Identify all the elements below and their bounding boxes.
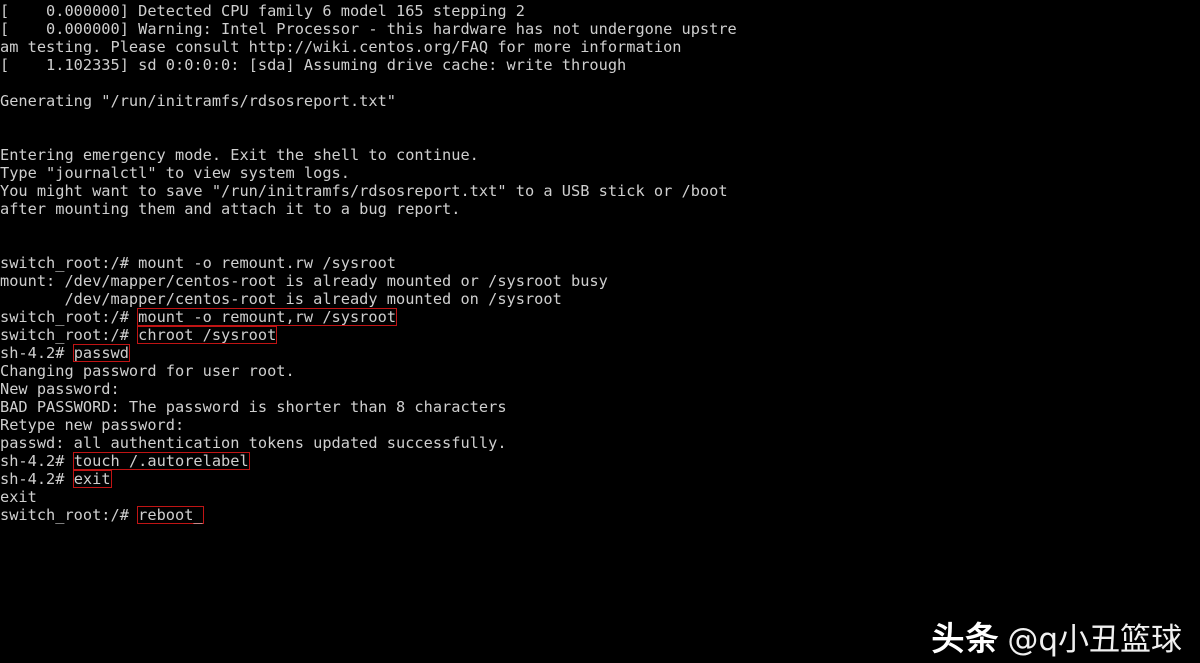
terminal-line-text: Changing password for user root. (0, 362, 295, 380)
terminal-output-line: Generating "/run/initramfs/rdsosreport.t… (0, 92, 1200, 110)
terminal-line-text: mount: /dev/mapper/centos-root is alread… (0, 272, 608, 290)
terminal-line-text: /dev/mapper/centos-root is already mount… (0, 290, 562, 308)
terminal-line-text: Type "journalctl" to view system logs. (0, 164, 350, 182)
terminal-line-text: exit (0, 488, 37, 506)
terminal-command-line: sh-4.2# touch /.autorelabel (0, 452, 1200, 470)
terminal-output-line: You might want to save "/run/initramfs/r… (0, 182, 1200, 200)
shell-prompt: sh-4.2# (0, 452, 74, 470)
terminal-output-line: /dev/mapper/centos-root is already mount… (0, 290, 1200, 308)
terminal-line-text: You might want to save "/run/initramfs/r… (0, 182, 728, 200)
terminal-screen[interactable]: [ 0.000000] Detected CPU family 6 model … (0, 0, 1200, 663)
terminal-line-text: after mounting them and attach it to a b… (0, 200, 461, 218)
terminal-output-line: New password: (0, 380, 1200, 398)
shell-prompt: switch_root:/# (0, 326, 139, 344)
watermark-brand: 头条 (931, 619, 1000, 658)
terminal-output-line: Entering emergency mode. Exit the shell … (0, 146, 1200, 164)
terminal-output-line: [ 0.000000] Warning: Intel Processor - t… (0, 20, 1200, 38)
terminal-output-line: am testing. Please consult http://wiki.c… (0, 38, 1200, 56)
terminal-line-text: switch_root:/# mount -o remount.rw /sysr… (0, 254, 397, 272)
terminal-output-line: mount: /dev/mapper/centos-root is alread… (0, 272, 1200, 290)
shell-prompt: switch_root:/# (0, 506, 139, 524)
terminal-line-text: [ 1.102335] sd 0:0:0:0: [sda] Assuming d… (0, 56, 627, 74)
shell-prompt: sh-4.2# (0, 344, 74, 362)
terminal-output-line: [ 0.000000] Detected CPU family 6 model … (0, 2, 1200, 20)
terminal-line-text: BAD PASSWORD: The password is shorter th… (0, 398, 507, 416)
terminal-line-text: Retype new password: (0, 416, 185, 434)
terminal-output-line: passwd: all authentication tokens update… (0, 434, 1200, 452)
console-output: [ 0.000000] Detected CPU family 6 model … (0, 2, 1200, 524)
terminal-command-line: switch_root:/# reboot_ (0, 506, 1200, 524)
terminal-output-line: after mounting them and attach it to a b… (0, 200, 1200, 218)
shell-prompt: sh-4.2# (0, 470, 74, 488)
terminal-line-text: Generating "/run/initramfs/rdsosreport.t… (0, 92, 397, 110)
terminal-line-text: [ 0.000000] Detected CPU family 6 model … (0, 2, 525, 20)
highlighted-command: mount -o remount,rw /sysroot (137, 308, 398, 326)
terminal-line-text: passwd: all authentication tokens update… (0, 434, 507, 452)
terminal-output-line: exit (0, 488, 1200, 506)
highlighted-command: passwd (72, 344, 130, 362)
terminal-command-line: sh-4.2# exit (0, 470, 1200, 488)
terminal-output-line: Type "journalctl" to view system logs. (0, 164, 1200, 182)
terminal-line-text: Entering emergency mode. Exit the shell … (0, 146, 479, 164)
highlighted-command: reboot_ (137, 506, 204, 524)
terminal-output-line: Retype new password: (0, 416, 1200, 434)
terminal-output-line: Changing password for user root. (0, 362, 1200, 380)
terminal-command-line: switch_root:/# chroot /sysroot (0, 326, 1200, 344)
terminal-command-line: switch_root:/# mount -o remount,rw /sysr… (0, 308, 1200, 326)
watermark: 头条 @q小丑篮球 (931, 619, 1182, 658)
terminal-output-line: switch_root:/# mount -o remount.rw /sysr… (0, 254, 1200, 272)
shell-prompt: switch_root:/# (0, 308, 139, 326)
terminal-command-line: sh-4.2# passwd (0, 344, 1200, 362)
highlighted-command: chroot /sysroot (137, 326, 278, 344)
terminal-line-text: [ 0.000000] Warning: Intel Processor - t… (0, 20, 737, 38)
highlighted-command: touch /.autorelabel (72, 452, 250, 470)
highlighted-command: exit (72, 470, 112, 488)
terminal-output-line: BAD PASSWORD: The password is shorter th… (0, 398, 1200, 416)
terminal-line-text: am testing. Please consult http://wiki.c… (0, 38, 682, 56)
terminal-output-line: [ 1.102335] sd 0:0:0:0: [sda] Assuming d… (0, 56, 1200, 74)
watermark-handle: @q小丑篮球 (1007, 622, 1182, 658)
terminal-line-text: New password: (0, 380, 120, 398)
